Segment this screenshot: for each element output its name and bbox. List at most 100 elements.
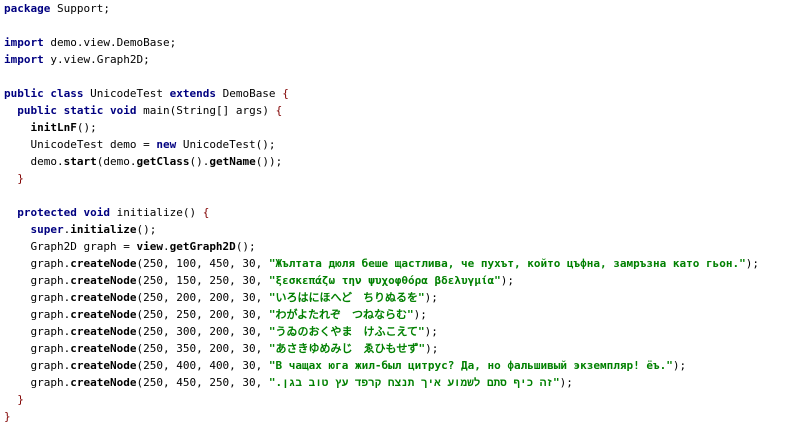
method-token: createNode <box>70 325 137 338</box>
code-line[interactable]: protected void initialize() { <box>4 204 209 221</box>
code-text: ); <box>424 325 438 338</box>
code-line[interactable]: graph.createNode(250, 350, 200, 30, "あさき… <box>4 340 438 357</box>
string-literal: "Жълтата дюля беше щастлива, че пухът, к… <box>268 257 746 270</box>
method-token: createNode <box>70 342 137 355</box>
code-text: demo. <box>4 155 64 168</box>
keyword-token: new <box>156 138 177 151</box>
code-line[interactable]: graph.createNode(250, 250, 200, 30, "わがよ… <box>4 306 427 323</box>
brace-token: { <box>202 206 210 219</box>
code-line[interactable]: } <box>4 391 24 408</box>
code-text: demo.view.DemoBase; <box>43 36 177 49</box>
keyword-token: protected <box>17 206 77 219</box>
code-editor[interactable]: package Support; import demo.view.DemoBas… <box>0 0 811 430</box>
code-text: ); <box>425 342 439 355</box>
code-text: graph. <box>4 291 71 304</box>
string-literal: "うゐのおくやま けふこえて" <box>268 325 425 338</box>
code-text: ); <box>745 257 759 270</box>
method-token: initialize <box>70 223 137 236</box>
method-token: start <box>63 155 97 168</box>
keyword-token: extends <box>169 87 216 100</box>
code-text: graph. <box>4 308 71 321</box>
string-literal: "いろはにほへど ちりぬるを" <box>268 291 425 304</box>
code-line[interactable]: graph.createNode(250, 200, 200, 30, "いろは… <box>4 289 437 306</box>
keyword-token: public <box>17 104 57 117</box>
code-line[interactable]: graph.createNode(250, 150, 250, 30, "ξεσ… <box>4 272 514 289</box>
string-literal: "わがよたれぞ つねならむ" <box>268 308 414 321</box>
code-line[interactable]: demo.start(demo.getClass().getName()); <box>4 153 282 170</box>
code-text: (). <box>189 155 210 168</box>
keyword-token: static <box>63 104 104 117</box>
code-text: graph. <box>4 342 71 355</box>
code-text: DemoBase <box>215 87 283 100</box>
keyword-token: void <box>110 104 137 117</box>
keyword-token: import <box>4 53 44 66</box>
keyword-token: package <box>4 2 51 15</box>
method-token: createNode <box>70 274 137 287</box>
code-line[interactable]: Graph2D graph = view.getGraph2D(); <box>4 238 256 255</box>
code-text: Support; <box>50 2 110 15</box>
code-text: (); <box>76 121 97 134</box>
code-line[interactable]: public class UnicodeTest extends DemoBas… <box>4 85 289 102</box>
code-text: ); <box>559 376 573 389</box>
method-token: getClass <box>136 155 190 168</box>
code-line[interactable]: graph.createNode(250, 400, 400, 30, "В ч… <box>4 357 686 374</box>
code-line[interactable]: super.initialize(); <box>4 221 157 238</box>
code-text: (); <box>235 240 256 253</box>
brace-token: } <box>17 172 24 185</box>
method-token: createNode <box>70 308 137 321</box>
code-line[interactable]: graph.createNode(250, 100, 450, 30, "Жъл… <box>4 255 759 272</box>
method-token: createNode <box>70 291 137 304</box>
code-text: (250, 150, 250, 30, <box>136 274 269 287</box>
keyword-token: super <box>30 223 64 236</box>
code-line[interactable]: import y.view.Graph2D; <box>4 51 150 68</box>
brace-token: { <box>275 104 283 117</box>
code-line[interactable]: package Support; <box>4 0 110 17</box>
code-line[interactable]: initLnF(); <box>4 119 97 136</box>
method-token: getGraph2D <box>169 240 236 253</box>
code-text: (250, 400, 400, 30, <box>136 359 269 372</box>
code-text: UnicodeTest(); <box>176 138 276 151</box>
code-text: main(String[] args) <box>136 104 276 117</box>
code-text: ); <box>413 308 427 321</box>
method-token: createNode <box>70 376 137 389</box>
method-token: createNode <box>70 257 137 270</box>
code-line[interactable]: } <box>4 408 11 425</box>
string-literal: ".זה כיף סתם לשמוע איך תנצח קרפד עץ טוב … <box>268 376 560 389</box>
string-literal: "あさきゆめみじ ゑひもせず" <box>268 342 426 355</box>
code-line[interactable]: UnicodeTest demo = new UnicodeTest(); <box>4 136 276 153</box>
code-line[interactable]: graph.createNode(250, 450, 250, 30, ".זה… <box>4 374 573 391</box>
keyword-token: void <box>83 206 110 219</box>
code-text: (250, 450, 250, 30, <box>136 376 269 389</box>
code-text: (250, 100, 450, 30, <box>136 257 269 270</box>
keyword-token: import <box>4 36 44 49</box>
code-text: graph. <box>4 376 71 389</box>
code-text: ()); <box>255 155 283 168</box>
brace-token: { <box>282 87 289 100</box>
brace-token: } <box>17 393 24 406</box>
code-text: (250, 350, 200, 30, <box>136 342 269 355</box>
code-text: graph. <box>4 359 71 372</box>
code-text: y.view.Graph2D; <box>43 53 150 66</box>
code-line[interactable]: } <box>4 170 24 187</box>
code-text: . <box>162 240 170 253</box>
code-line[interactable]: public static void main(String[] args) { <box>4 102 282 119</box>
code-text: initialize() <box>109 206 203 219</box>
code-text: graph. <box>4 257 71 270</box>
code-text: ); <box>500 274 514 287</box>
method-token: createNode <box>70 359 137 372</box>
brace-token: } <box>4 410 11 423</box>
code-text: graph. <box>4 325 71 338</box>
code-line[interactable]: graph.createNode(250, 300, 200, 30, "うゐの… <box>4 323 438 340</box>
keyword-token: class <box>50 87 84 100</box>
code-line[interactable]: import demo.view.DemoBase; <box>4 34 176 51</box>
code-text: (250, 200, 200, 30, <box>136 291 269 304</box>
keyword-token: public <box>4 87 44 100</box>
code-text: UnicodeTest <box>83 87 170 100</box>
code-text: (250, 300, 200, 30, <box>136 325 269 338</box>
